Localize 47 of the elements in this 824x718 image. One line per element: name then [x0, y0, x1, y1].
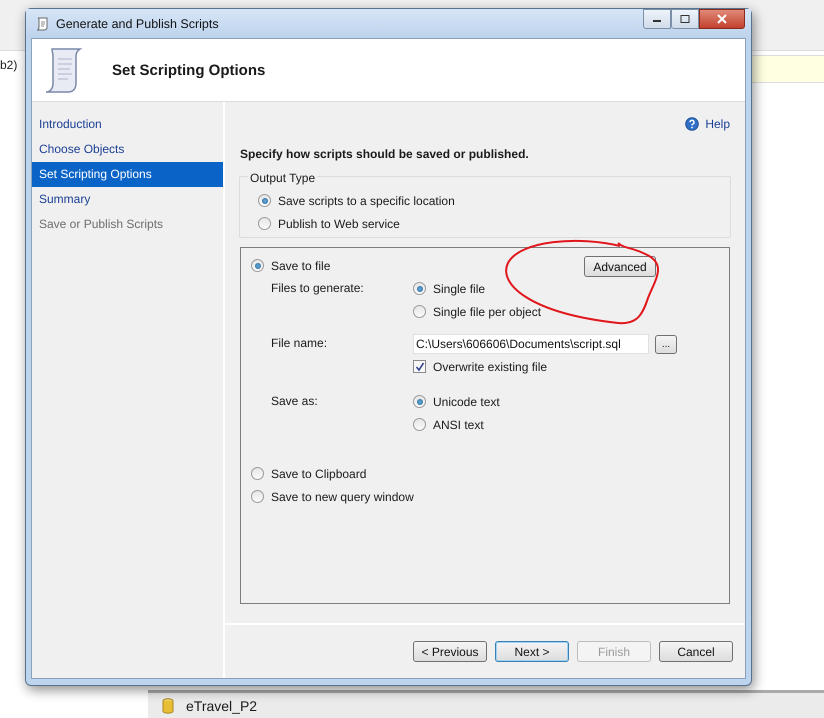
maximize-button[interactable]	[671, 9, 699, 29]
tree-item[interactable]: eTravel_P2	[186, 698, 258, 714]
radio-option[interactable]: Save to file	[251, 254, 330, 277]
radio-option[interactable]: Save to new query window	[251, 485, 414, 508]
background-text: b2)	[0, 58, 18, 72]
radio-button[interactable]	[413, 282, 426, 295]
radio-button[interactable]	[413, 395, 426, 408]
radio-option[interactable]: Unicode text	[413, 390, 500, 413]
browse-button[interactable]: ...	[655, 334, 677, 354]
help-icon	[685, 117, 700, 131]
close-button[interactable]	[699, 9, 745, 29]
maximize-icon	[680, 15, 690, 23]
radio-button[interactable]	[258, 217, 271, 230]
wizard-button[interactable]: Next >	[495, 641, 569, 662]
radio-button[interactable]	[413, 305, 426, 318]
close-icon	[716, 14, 728, 24]
radio-option[interactable]: ANSI text	[413, 413, 484, 436]
radio-button[interactable]	[251, 467, 264, 480]
radio-option[interactable]: Save scripts to a specific location	[258, 189, 455, 212]
radio-option[interactable]: Save to Clipboard	[251, 462, 366, 485]
help-link[interactable]: Help	[685, 112, 730, 136]
field-label: Save as:	[271, 393, 319, 408]
minimize-button[interactable]	[643, 9, 671, 29]
radio-option[interactable]: Single file per object	[413, 300, 542, 323]
radio-button[interactable]	[258, 194, 271, 207]
instruction-text: Specify how scripts should be saved or published.	[240, 147, 530, 161]
radio-option[interactable]: Publish to Web service	[258, 212, 400, 235]
nav-item[interactable]: Introduction	[32, 112, 223, 137]
window-title: Generate and Publish Scripts	[56, 16, 219, 30]
field-label: Files to generate:	[271, 280, 365, 295]
advanced-button[interactable]: Advanced	[584, 256, 656, 277]
wizard-button[interactable]: Cancel	[659, 641, 733, 662]
wizard-button[interactable]: < Previous	[413, 641, 487, 662]
checkbox-option[interactable]: Overwrite existing file	[413, 355, 548, 378]
database-icon	[162, 698, 174, 714]
nav-item[interactable]: Choose Objects	[32, 137, 223, 162]
field-label: File name:	[271, 335, 328, 350]
nav-item[interactable]: Summary	[32, 187, 223, 212]
radio-button[interactable]	[413, 418, 426, 431]
radio-button[interactable]	[251, 490, 264, 503]
radio-option[interactable]: Single file	[413, 277, 486, 300]
checkbox[interactable]	[413, 360, 426, 373]
nav-item[interactable]: Set Scripting Options	[32, 162, 223, 187]
scroll-icon	[34, 16, 50, 32]
file-name-field[interactable]: C:\Users\606606\Documents\script.sql	[413, 334, 649, 354]
page-title: Set Scripting Options	[112, 62, 266, 78]
radio-button[interactable]	[251, 259, 264, 272]
